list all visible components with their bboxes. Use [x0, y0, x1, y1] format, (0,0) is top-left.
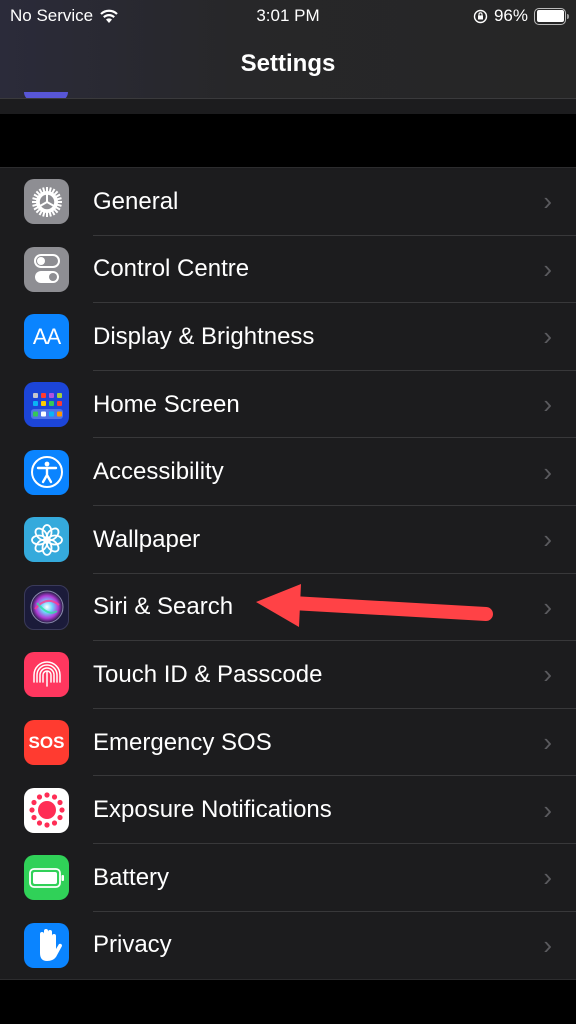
- settings-row-label: Siri & Search: [93, 593, 234, 621]
- chevron-right-icon: ›: [543, 321, 552, 352]
- chevron-right-icon: ›: [543, 591, 552, 622]
- flower-icon: [24, 517, 69, 563]
- chevron-right-icon: ›: [543, 794, 552, 825]
- chevron-right-icon: ›: [543, 456, 552, 487]
- siri-icon: [24, 584, 69, 630]
- settings-row-label: Touch ID & Passcode: [93, 660, 323, 688]
- settings-row-label: Battery: [93, 863, 170, 891]
- chevron-right-icon: ›: [543, 659, 552, 690]
- settings-row-emergency-sos[interactable]: SOS Emergency SOS ›: [0, 709, 576, 777]
- previous-group-edge: [0, 99, 576, 114]
- chevron-right-icon: ›: [543, 929, 552, 960]
- fingerprint-icon: [24, 652, 69, 698]
- settings-row-control-centre[interactable]: Control Centre ›: [0, 236, 576, 304]
- chevron-right-icon: ›: [543, 389, 552, 420]
- settings-row-label: General: [93, 187, 179, 215]
- toggles-icon: [24, 246, 69, 292]
- app-grid-icon: [24, 382, 69, 428]
- chevron-right-icon: ›: [543, 186, 552, 217]
- gear-icon: [24, 179, 69, 225]
- settings-row-label: Accessibility: [93, 458, 224, 486]
- settings-row-exposure-notifications[interactable]: Exposure Notifications ›: [0, 776, 576, 844]
- settings-row-general[interactable]: General ›: [0, 168, 576, 236]
- settings-row-label: Exposure Notifications: [93, 796, 332, 824]
- settings-row-label: Home Screen: [93, 390, 240, 418]
- chevron-right-icon: ›: [543, 524, 552, 555]
- exposure-icon: [24, 787, 69, 833]
- settings-row-privacy[interactable]: Privacy ›: [0, 912, 576, 980]
- settings-row-label: Wallpaper: [93, 525, 201, 553]
- navigation-bar: No Service 3:01 PM 96% Settings: [0, 0, 576, 101]
- chevron-right-icon: ›: [543, 727, 552, 758]
- settings-row-display-brightness[interactable]: AA Display & Brightness ›: [0, 303, 576, 371]
- settings-row-wallpaper[interactable]: Wallpaper ›: [0, 506, 576, 574]
- settings-row-label: Privacy: [93, 931, 172, 959]
- chevron-right-icon: ›: [543, 862, 552, 893]
- icon-glyph-text: SOS: [28, 732, 65, 752]
- chevron-right-icon: ›: [543, 253, 552, 284]
- battery-percent: 96%: [493, 6, 528, 25]
- icon-glyph-text: AA: [32, 323, 61, 349]
- hand-icon: [24, 922, 69, 968]
- accessibility-icon: [24, 449, 69, 495]
- settings-row-accessibility[interactable]: Accessibility ›: [0, 438, 576, 506]
- settings-row-label: Display & Brightness: [93, 322, 315, 350]
- battery-icon: [534, 7, 569, 25]
- orientation-lock-icon: [473, 9, 488, 23]
- settings-row-battery[interactable]: Battery ›: [0, 844, 576, 912]
- settings-row-home-screen[interactable]: Home Screen ›: [0, 371, 576, 439]
- page-title: Settings: [240, 50, 336, 77]
- settings-row-touch-id-passcode[interactable]: Touch ID & Passcode ›: [0, 641, 576, 709]
- status-bar: No Service 3:01 PM 96%: [0, 0, 576, 32]
- battery-icon: [24, 855, 69, 901]
- text-size-icon: AA: [24, 314, 69, 360]
- settings-row-label: Emergency SOS: [93, 728, 272, 756]
- sos-icon: SOS: [24, 720, 69, 766]
- settings-row-label: Control Centre: [93, 255, 250, 283]
- settings-list: General › Control Centre › AA Display & Brigh…: [0, 167, 576, 981]
- settings-row-siri-search[interactable]: Siri & Search ›: [0, 574, 576, 642]
